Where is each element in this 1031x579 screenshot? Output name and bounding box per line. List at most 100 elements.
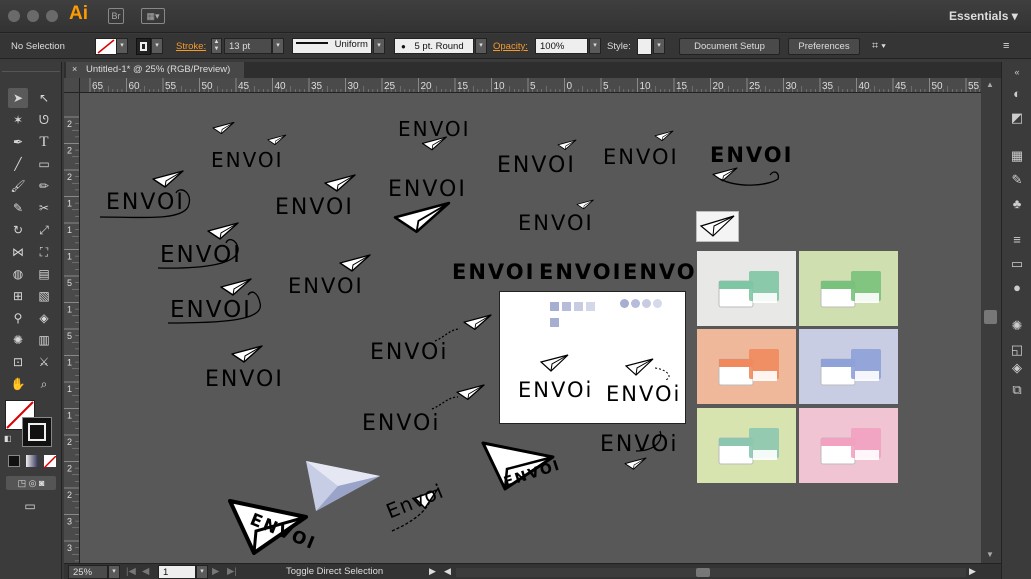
artboards-icon[interactable]: ⧉ xyxy=(1008,382,1026,398)
horizontal-scrollbar[interactable] xyxy=(456,568,966,577)
zoom-icon[interactable]: ⌕ xyxy=(34,374,54,394)
profile-dropdown[interactable]: ▾ xyxy=(373,38,385,54)
zoom-window-button[interactable] xyxy=(46,10,58,22)
variable-width-profile[interactable]: Uniform xyxy=(292,38,372,54)
drawing-modes-icon[interactable]: ◳ ◎ ◙ xyxy=(6,476,56,490)
preferences-button[interactable]: Preferences xyxy=(788,38,860,55)
fill-dropdown[interactable]: ▾ xyxy=(116,38,128,54)
brushes-icon[interactable]: ✎ xyxy=(1008,172,1026,188)
paintbrush-icon[interactable]: 🖌 xyxy=(8,176,28,196)
graphic-style-swatch[interactable] xyxy=(637,38,652,55)
envoi-logo[interactable]: ENVOI xyxy=(288,276,364,297)
brush-dropdown[interactable]: ▾ xyxy=(475,38,487,54)
product-photo[interactable] xyxy=(799,408,898,483)
scroll-down-icon[interactable]: ▼ xyxy=(986,550,994,559)
envoi-logo[interactable]: ENVOI xyxy=(603,147,679,168)
stroke-panel-icon[interactable]: ≡ xyxy=(1008,232,1026,248)
envoi-logo[interactable]: ENVOI xyxy=(497,155,576,177)
envoi-logo[interactable]: ENVOi xyxy=(600,434,678,456)
default-colors-icon[interactable]: ◧ xyxy=(4,434,12,443)
h-scroll-thumb[interactable] xyxy=(696,568,710,577)
color-mode-button[interactable] xyxy=(8,455,20,467)
brush-definition[interactable]: ● 5 pt. Round xyxy=(394,38,474,54)
envoi-logo[interactable]: ENVOI xyxy=(211,150,284,170)
envoi-logo[interactable]: ENVOi xyxy=(362,413,440,435)
envoi-logo[interactable]: ENVOI xyxy=(170,299,252,322)
mesh-icon[interactable]: ⊞ xyxy=(8,286,28,306)
horizontal-ruler[interactable]: 65 60 55 50 45 40 35 30 25 20 15 10 5 0 5 10 15 20 25 30 35 4… xyxy=(80,78,981,93)
minimize-window-button[interactable] xyxy=(27,10,39,22)
envoi-logo[interactable]: ENVOI xyxy=(452,262,535,283)
gradient-mode-button[interactable] xyxy=(26,455,38,467)
plane-thumbnail[interactable] xyxy=(696,211,739,242)
bridge-button[interactable]: Br xyxy=(108,8,124,24)
zoom-field[interactable]: 25% xyxy=(68,565,108,579)
selection-arrow-icon[interactable]: ➤ xyxy=(8,88,28,108)
opacity-dropdown[interactable]: ▾ xyxy=(589,38,601,54)
color-panel-icon[interactable]: ◐ xyxy=(1008,86,1026,102)
envoi-logo[interactable]: ENVOI xyxy=(106,192,185,214)
envoi-logo[interactable]: ENVOI xyxy=(160,244,242,267)
symbol-sprayer-icon[interactable]: ✺ xyxy=(8,330,28,350)
scroll-thumb[interactable] xyxy=(984,310,997,324)
previous-artboard-icon[interactable]: ◀ xyxy=(142,566,149,577)
screen-mode-icon[interactable]: ▭ xyxy=(19,499,41,513)
envoi-logo[interactable]: ENVOI xyxy=(205,369,284,391)
close-window-button[interactable] xyxy=(8,10,20,22)
envoi-logo[interactable]: ENVOI xyxy=(539,262,622,283)
vertical-ruler[interactable]: 222111515111222334 xyxy=(64,93,80,563)
envoi-logo[interactable]: ENVOi xyxy=(606,384,681,405)
artboard-dropdown[interactable]: ▾ xyxy=(196,565,208,579)
type-icon[interactable]: T xyxy=(34,132,54,152)
line-segment-icon[interactable]: ╱ xyxy=(8,154,28,174)
arrange-documents-button[interactable]: ▦▾ xyxy=(141,8,165,24)
pencil-icon[interactable]: ✏ xyxy=(34,176,54,196)
stroke-weight-field[interactable]: 13 pt xyxy=(224,38,272,54)
align-options-icon[interactable]: ⌗ ▾ xyxy=(872,40,886,53)
close-tab-icon[interactable]: × xyxy=(72,64,77,74)
status-menu-icon[interactable]: ▶ xyxy=(429,566,436,577)
envoi-logo[interactable]: ENVOI xyxy=(518,213,594,234)
envoi-logo[interactable]: ENVOI xyxy=(623,262,706,283)
graphic-styles-icon[interactable]: ◱ xyxy=(1008,342,1026,358)
opacity-field[interactable]: 100% xyxy=(535,38,588,54)
magic-wand-icon[interactable]: ✶ xyxy=(8,110,28,130)
appearance-icon[interactable]: ✺ xyxy=(1008,318,1026,334)
stroke-weight-stepper[interactable]: ▲ ▼ xyxy=(211,38,222,54)
color-guide-icon[interactable]: ◩ xyxy=(1008,110,1026,126)
perspective-grid-icon[interactable]: ▤ xyxy=(34,264,54,284)
symbols-icon[interactable]: ♣ xyxy=(1008,196,1026,212)
logo-artboard[interactable]: ENVOi ENVOi xyxy=(499,291,686,424)
fill-color-swatch[interactable] xyxy=(95,38,117,55)
scroll-left-icon[interactable]: ◀ xyxy=(444,566,451,577)
document-setup-button[interactable]: Document Setup xyxy=(679,38,780,55)
stroke-dropdown[interactable]: ▾ xyxy=(151,38,163,54)
blend-icon[interactable]: ◈ xyxy=(34,308,54,328)
product-photo[interactable] xyxy=(799,251,898,326)
workspace-switcher[interactable]: Essentials ▾ xyxy=(949,9,1018,23)
next-artboard-icon[interactable]: ▶ xyxy=(212,566,219,577)
transparency-icon[interactable]: ● xyxy=(1008,280,1026,296)
scroll-right-icon[interactable]: ▶ xyxy=(969,566,976,577)
gradient-icon[interactable]: ▧ xyxy=(34,286,54,306)
envoi-logo[interactable]: ENVOI xyxy=(398,119,471,139)
last-artboard-icon[interactable]: ▶| xyxy=(227,566,237,577)
zoom-dropdown[interactable]: ▾ xyxy=(108,565,120,579)
lasso-icon[interactable]: ᘎ xyxy=(34,110,54,130)
envoi-logo[interactable]: ENVOI xyxy=(710,145,793,166)
stroke-indicator[interactable] xyxy=(22,417,52,447)
rotate-icon[interactable]: ↻ xyxy=(8,220,28,240)
scroll-up-icon[interactable]: ▲ xyxy=(986,80,994,89)
blob-brush-icon[interactable]: ✎ xyxy=(8,198,28,218)
envoi-logo[interactable]: ENVOi xyxy=(518,380,593,401)
swatches-icon[interactable]: ▦ xyxy=(1008,148,1026,164)
scissors-icon[interactable]: ✂ xyxy=(34,198,54,218)
envoi-logo[interactable]: ENVOi xyxy=(370,342,448,364)
column-graph-icon[interactable]: ▥ xyxy=(34,330,54,350)
vertical-scrollbar[interactable]: ▲ ▼ xyxy=(981,78,1001,563)
product-photo[interactable] xyxy=(697,251,796,326)
artboard-number-field[interactable]: 1 xyxy=(158,565,196,579)
gradient-panel-icon[interactable]: ▭ xyxy=(1008,256,1026,272)
artboard-canvas[interactable]: ENVOI ENVOI ENVOI ENVOI ENVOI ENVOI ENVO… xyxy=(80,93,981,563)
first-artboard-icon[interactable]: |◀ xyxy=(126,566,136,577)
